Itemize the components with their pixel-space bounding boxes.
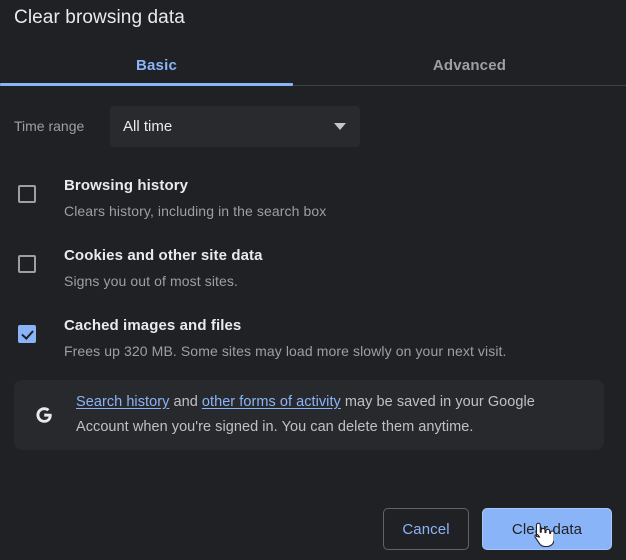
google-g-icon — [30, 401, 58, 429]
tab-basic-label: Basic — [135, 57, 178, 74]
time-range-select[interactable]: All time — [110, 105, 360, 147]
tab-basic[interactable]: Basic — [0, 46, 313, 85]
google-account-info-text: Search history and other forms of activi… — [76, 390, 586, 440]
option-description: Clears history, including in the search … — [64, 203, 327, 219]
dialog-footer: Cancel Clear data — [383, 508, 612, 550]
tab-strip: Basic Advanced — [0, 46, 626, 85]
time-range-label: Time range — [14, 118, 85, 134]
option-row-browsing-history[interactable]: Browsing history Clears history, includi… — [0, 166, 626, 236]
option-description: Signs you out of most sites. — [64, 273, 238, 289]
info-conjunction: and — [169, 394, 202, 410]
checkbox-browsing-history[interactable] — [18, 185, 36, 203]
option-row-cookies[interactable]: Cookies and other site data Signs you ou… — [0, 236, 626, 306]
time-range-row: Time range All time — [14, 105, 612, 147]
clear-data-button-label: Clear data — [511, 520, 583, 538]
other-forms-of-activity-link[interactable]: other forms of activity — [202, 394, 341, 410]
checkbox-cached-images[interactable] — [18, 325, 36, 343]
clear-data-button[interactable]: Clear data — [482, 508, 612, 550]
option-texts: Cookies and other site data Signs you ou… — [64, 236, 263, 291]
google-account-info-card: Search history and other forms of activi… — [14, 380, 604, 450]
option-row-cached-images[interactable]: Cached images and files Frees up 320 MB.… — [0, 306, 626, 376]
tab-advanced[interactable]: Advanced — [313, 46, 626, 85]
option-texts: Browsing history Clears history, includi… — [64, 166, 326, 221]
search-history-link[interactable]: Search history — [76, 394, 169, 410]
time-range-value: All time — [123, 117, 173, 135]
options-list: Browsing history Clears history, includi… — [0, 166, 626, 376]
tab-advanced-label: Advanced — [432, 57, 507, 74]
cancel-button-label: Cancel — [402, 520, 450, 538]
option-texts: Cached images and files Frees up 320 MB.… — [64, 306, 507, 361]
chevron-down-icon — [334, 122, 346, 130]
option-title: Cookies and other site data — [64, 247, 263, 264]
cancel-button[interactable]: Cancel — [383, 508, 469, 550]
checkbox-cookies[interactable] — [18, 255, 36, 273]
dialog-title: Clear browsing data — [14, 7, 185, 28]
option-title: Browsing history — [64, 177, 189, 194]
clear-browsing-data-dialog: Clear browsing data Basic Advanced Time … — [0, 0, 626, 560]
option-description: Frees up 320 MB. Some sites may load mor… — [64, 343, 507, 359]
option-title: Cached images and files — [64, 317, 242, 334]
tab-active-indicator — [0, 83, 293, 86]
